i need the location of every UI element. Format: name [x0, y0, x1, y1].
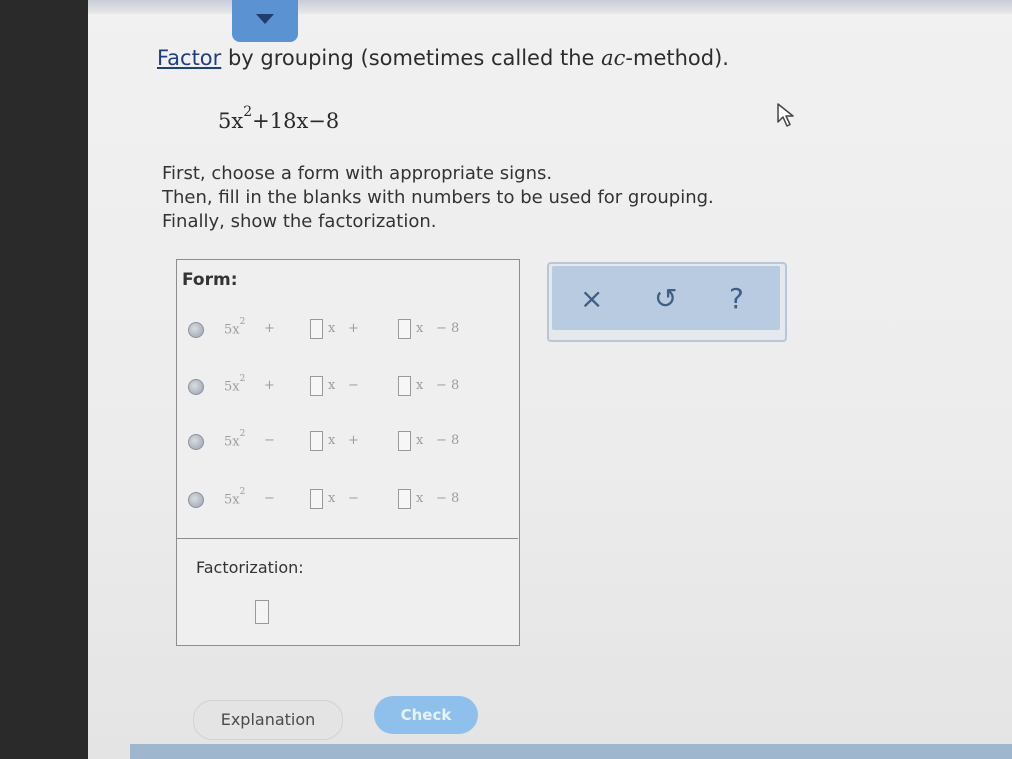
undo-button[interactable]: ↺: [654, 282, 677, 315]
check-button[interactable]: Check: [374, 696, 478, 734]
option-op2: −: [348, 491, 359, 506]
option-var: x: [328, 491, 336, 506]
option-var: x: [328, 321, 336, 336]
explanation-button[interactable]: Explanation: [193, 700, 343, 740]
form-label: Form:: [182, 270, 238, 290]
mouse-cursor-icon: [777, 103, 794, 127]
factor-link[interactable]: Factor: [157, 46, 221, 70]
panel-divider: [176, 538, 518, 539]
option-lead: 5x2: [224, 317, 246, 338]
radio-button[interactable]: [188, 434, 204, 450]
help-button[interactable]: ?: [729, 282, 744, 315]
form-option-4[interactable]: 5x2 − x − x − 8: [188, 487, 488, 512]
chevron-down-icon: [256, 14, 274, 24]
instruction-line: First, choose a form with appropriate si…: [162, 163, 553, 184]
option-var: x: [416, 378, 424, 393]
blank-input-1[interactable]: [310, 376, 323, 396]
option-var: x: [328, 378, 336, 393]
option-op2: +: [348, 321, 359, 336]
option-lead: 5x2: [224, 374, 246, 395]
form-option-3[interactable]: 5x2 − x + x − 8: [188, 429, 488, 454]
option-op1: +: [264, 321, 275, 336]
radio-button[interactable]: [188, 492, 204, 508]
option-tail: − 8: [436, 378, 460, 393]
expr-exponent: 2: [243, 104, 253, 120]
instruction-line: Then, fill in the blanks with numbers to…: [162, 187, 714, 208]
question-text: by grouping (sometimes called the: [221, 46, 602, 70]
bottom-strip: [130, 744, 1012, 759]
factorization-label: Factorization:: [196, 558, 304, 577]
option-op2: −: [348, 378, 359, 393]
expr-lead: 5x: [218, 109, 244, 133]
option-tail: − 8: [436, 491, 460, 506]
form-option-1[interactable]: 5x2 + x + x − 8: [188, 317, 488, 342]
option-var: x: [416, 321, 424, 336]
option-op1: −: [264, 491, 275, 506]
option-op1: −: [264, 433, 275, 448]
option-lead: 5x2: [224, 429, 246, 450]
radio-button[interactable]: [188, 322, 204, 338]
blank-input-1[interactable]: [310, 431, 323, 451]
blank-input-2[interactable]: [398, 489, 411, 509]
top-strip: [88, 0, 1012, 14]
factorization-input[interactable]: [255, 600, 269, 624]
form-option-2[interactable]: 5x2 + x − x − 8: [188, 374, 488, 399]
blank-input-1[interactable]: [310, 489, 323, 509]
collapse-tab[interactable]: [232, 0, 298, 42]
blank-input-2[interactable]: [398, 431, 411, 451]
option-lead: 5x2: [224, 487, 246, 508]
radio-button[interactable]: [188, 379, 204, 395]
option-var: x: [416, 433, 424, 448]
blank-input-1[interactable]: [310, 319, 323, 339]
blank-input-2[interactable]: [398, 319, 411, 339]
instruction-line: Finally, show the factorization.: [162, 211, 437, 232]
option-var: x: [416, 491, 424, 506]
polynomial-expression: 5x2+18x−8: [218, 104, 340, 133]
expr-rest: +18x−8: [252, 109, 340, 133]
option-op2: +: [348, 433, 359, 448]
clear-button[interactable]: ×: [580, 282, 603, 315]
option-op1: +: [264, 378, 275, 393]
option-tail: − 8: [436, 433, 460, 448]
option-tail: − 8: [436, 321, 460, 336]
blank-input-2[interactable]: [398, 376, 411, 396]
instructions: First, choose a form with appropriate si…: [162, 162, 714, 234]
question-em: ac: [601, 46, 626, 70]
option-var: x: [328, 433, 336, 448]
question-text-end: -method).: [625, 46, 729, 70]
question-prompt: Factor by grouping (sometimes called the…: [157, 46, 729, 70]
